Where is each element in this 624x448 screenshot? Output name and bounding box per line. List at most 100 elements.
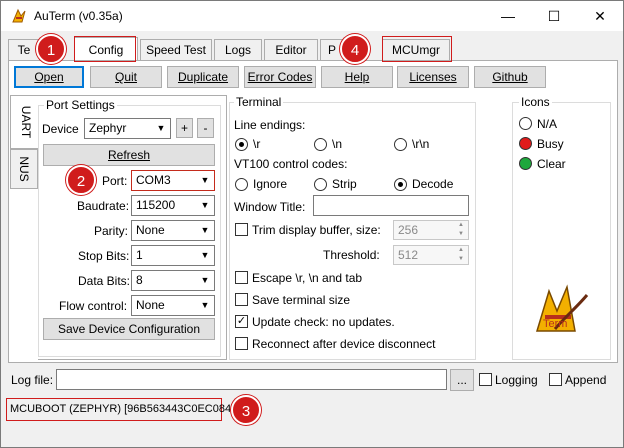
status-busy-label: Busy	[537, 137, 564, 151]
window-title-input[interactable]	[313, 195, 469, 216]
status-clear-label: Clear	[537, 157, 566, 171]
close-icon[interactable]: ✕	[577, 1, 623, 31]
device-value: Zephyr	[89, 121, 127, 135]
stop-bits-value: 1	[136, 248, 143, 262]
callout-2: 2	[66, 165, 96, 195]
trim-buffer-checkbox[interactable]	[235, 223, 248, 236]
duplicate-label: Duplicate	[177, 70, 229, 84]
licenses-label: Licenses	[409, 70, 457, 84]
tab-speed-test[interactable]: Speed Test	[140, 39, 212, 61]
log-file-input[interactable]	[56, 369, 447, 390]
refresh-button[interactable]: Refresh	[43, 144, 215, 166]
port-label: Port:	[102, 174, 128, 188]
data-bits-select[interactable]: 8 ▼	[131, 270, 215, 291]
line-endings-label: Line endings:	[234, 118, 306, 132]
tab-logs[interactable]: Logs	[214, 39, 262, 61]
save-device-config-button[interactable]: Save Device Configuration	[43, 318, 215, 340]
line-ending-lf-radio[interactable]	[314, 138, 327, 151]
tab-uart-label: UART	[18, 105, 33, 139]
status-clear-icon	[519, 157, 532, 170]
update-check-checkbox[interactable]: ✓	[235, 315, 248, 328]
logging-label: Logging	[495, 373, 538, 387]
status-bar: MCUBOOT (ZEPHYR) [96B563443C0EC084]	[6, 398, 234, 421]
chevron-down-icon: ▼	[200, 250, 210, 260]
vt100-ignore-radio[interactable]	[235, 178, 248, 191]
chevron-down-icon: ▼	[200, 200, 210, 210]
duplicate-button[interactable]: Duplicate	[167, 66, 239, 88]
status-na-label: N/A	[537, 117, 558, 131]
trim-size-value: 256	[398, 223, 419, 237]
port-settings-title: Port Settings	[44, 98, 117, 112]
open-button[interactable]: Open	[14, 66, 84, 88]
threshold-value: 512	[398, 248, 419, 262]
open-label: Open	[34, 70, 64, 84]
reconnect-checkbox[interactable]	[235, 337, 248, 350]
parity-label: Parity:	[94, 224, 129, 238]
error-codes-label: Error Codes	[247, 70, 313, 84]
chevron-down-icon: ▼	[200, 275, 210, 285]
tab-nus[interactable]: NUS	[10, 149, 38, 189]
help-label: Help	[344, 70, 370, 84]
save-device-config-label: Save Device Configuration	[57, 322, 201, 336]
app-icon	[12, 8, 26, 23]
chevron-down-icon: ▼	[200, 300, 210, 310]
baudrate-value: 115200	[136, 198, 176, 212]
window-title-label: Window Title:	[234, 200, 306, 214]
svg-text:Term: Term	[543, 318, 567, 330]
port-select[interactable]: COM3 ▼	[131, 170, 215, 191]
quit-button[interactable]: Quit	[90, 66, 162, 88]
save-terminal-size-checkbox[interactable]	[235, 293, 248, 306]
device-select[interactable]: Zephyr ▼	[84, 118, 171, 139]
append-checkbox[interactable]	[549, 373, 562, 386]
chevron-down-icon: ▼	[156, 123, 166, 133]
trim-size-spinbox[interactable]: 256 ▲ ▼	[393, 220, 469, 240]
line-ending-cr-radio[interactable]	[235, 138, 248, 151]
stop-bits-label: Stop Bits:	[78, 249, 130, 263]
parity-value: None	[136, 223, 165, 237]
spin-arrows-icon: ▲ ▼	[458, 222, 464, 237]
chevron-down-icon: ▼	[200, 175, 210, 185]
add-device-button[interactable]: +	[176, 118, 193, 138]
config-tab-highlight	[74, 36, 136, 62]
stop-bits-select[interactable]: 1 ▼	[131, 245, 215, 266]
github-button[interactable]: Github	[474, 66, 546, 88]
app-window: AuTerm (v0.35a) — ☐ ✕ Te Config Speed Te…	[0, 0, 624, 448]
line-ending-crlf-radio[interactable]	[394, 138, 407, 151]
spin-arrows-icon: ▲ ▼	[458, 247, 464, 262]
data-bits-label: Data Bits:	[78, 274, 131, 288]
licenses-button[interactable]: Licenses	[397, 66, 469, 88]
log-file-label: Log file:	[11, 373, 54, 387]
help-button[interactable]: Help	[321, 66, 393, 88]
port-value: COM3	[136, 173, 171, 187]
flow-control-select[interactable]: None ▼	[131, 295, 215, 316]
title-bar: AuTerm (v0.35a) — ☐ ✕	[1, 1, 623, 31]
threshold-spinbox[interactable]: 512 ▲ ▼	[393, 245, 469, 265]
tab-nus-label: NUS	[17, 156, 31, 182]
logging-checkbox[interactable]	[479, 373, 492, 386]
parity-select[interactable]: None ▼	[131, 220, 215, 241]
minimize-icon[interactable]: —	[485, 1, 531, 31]
flow-control-label: Flow control:	[59, 299, 128, 313]
browse-log-button[interactable]: ...	[450, 369, 474, 391]
vt100-strip-label: Strip	[332, 177, 357, 191]
status-busy-icon	[519, 137, 532, 150]
tab-uart[interactable]: UART	[10, 95, 40, 149]
quit-label: Quit	[114, 70, 137, 84]
auterm-logo-icon: Term	[535, 284, 589, 332]
vt100-ignore-label: Ignore	[253, 177, 288, 191]
error-codes-button[interactable]: Error Codes	[244, 66, 316, 88]
terminal-title: Terminal	[234, 95, 284, 109]
remove-device-button[interactable]: -	[197, 118, 214, 138]
line-ending-lf-label: \n	[332, 137, 343, 151]
escape-checkbox[interactable]	[235, 271, 248, 284]
maximize-icon[interactable]: ☐	[531, 1, 577, 31]
tab-editor[interactable]: Editor	[264, 39, 318, 61]
baudrate-select[interactable]: 115200 ▼	[131, 195, 215, 216]
vt100-strip-radio[interactable]	[314, 178, 327, 191]
chevron-down-icon: ▼	[200, 225, 210, 235]
line-ending-cr-label: \r	[253, 137, 261, 151]
vt100-decode-radio[interactable]	[394, 178, 407, 191]
github-label: Github	[492, 70, 528, 84]
status-na-icon	[519, 117, 532, 130]
callout-3: 3	[231, 395, 261, 425]
